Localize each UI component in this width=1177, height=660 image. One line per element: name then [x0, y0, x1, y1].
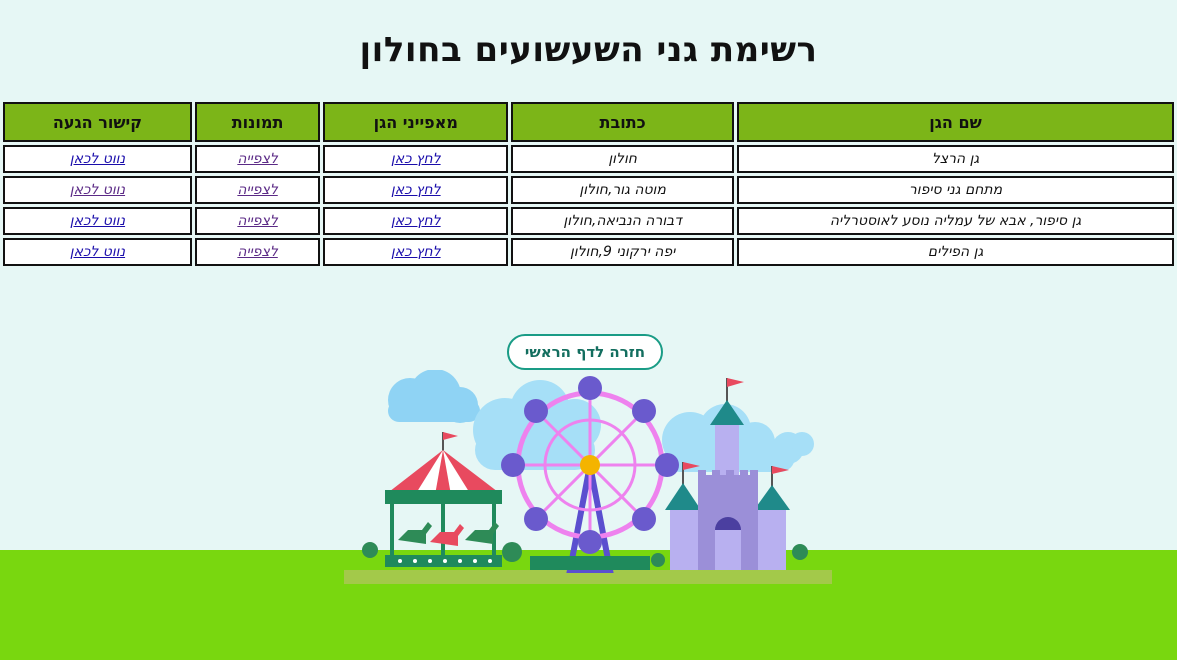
features-cell: לחץ כאן [323, 176, 509, 204]
park-name-cell: גן סיפור, אבא של עמליה נוסע לאוסטרליה [737, 207, 1174, 235]
navigation-link[interactable]: נווט לכאן [70, 151, 125, 167]
header-address: כתובת [511, 102, 735, 142]
park-name-cell: גן הפילים [737, 238, 1174, 266]
park-name-cell: מתחם גני סיפור [737, 176, 1174, 204]
park-name-cell: גן הרצל [737, 145, 1174, 173]
back-to-home-button[interactable]: חזרה לדף הראשי [507, 334, 663, 370]
navigation-cell: נווט לכאן [3, 238, 192, 266]
pictures-cell: לצפייה [194, 176, 321, 204]
features-link[interactable]: לחץ כאן [391, 182, 441, 198]
cloud-icon [388, 370, 480, 423]
amusement-park-illustration [344, 370, 832, 584]
pictures-cell: לצפייה [194, 238, 321, 266]
pictures-link[interactable]: לצפייה [237, 213, 277, 229]
pictures-link[interactable]: לצפייה [237, 244, 277, 260]
park-address-cell: חולון [511, 145, 735, 173]
ferris-wheel-icon [501, 376, 679, 573]
table-header-row: שם הגן כתובת מאפייני הגן תמונות קישור הג… [3, 102, 1174, 142]
park-address-cell: מוטה גור,חולון [511, 176, 735, 204]
park-address-cell: דבורה הנביאה,חולון [511, 207, 735, 235]
features-link[interactable]: לחץ כאן [391, 244, 441, 260]
features-cell: לחץ כאן [323, 207, 509, 235]
table-row: גן סיפור, אבא של עמליה נוסע לאוסטרליה דב… [3, 207, 1174, 235]
features-cell: לחץ כאן [323, 238, 509, 266]
header-name: שם הגן [737, 102, 1174, 142]
parks-table: שם הגן כתובת מאפייני הגן תמונות קישור הג… [0, 99, 1177, 269]
navigation-cell: נווט לכאן [3, 176, 192, 204]
navigation-link[interactable]: נווט לכאן [70, 244, 125, 260]
features-cell: לחץ כאן [323, 145, 509, 173]
header-features: מאפייני הגן [323, 102, 509, 142]
pictures-cell: לצפייה [194, 207, 321, 235]
page-title: רשימת גני השעשועים בחולון [359, 30, 818, 70]
navigation-cell: נווט לכאן [3, 145, 192, 173]
table-row: מתחם גני סיפור מוטה גור,חולון לחץ כאן לצ… [3, 176, 1174, 204]
pictures-cell: לצפייה [194, 145, 321, 173]
features-link[interactable]: לחץ כאן [391, 151, 441, 167]
pictures-link[interactable]: לצפייה [237, 182, 277, 198]
table-row: גן הפילים יפה ירקוני 9,חולון לחץ כאן לצפ… [3, 238, 1174, 266]
park-address-cell: יפה ירקוני 9,חולון [511, 238, 735, 266]
navigation-link[interactable]: נווט לכאן [70, 182, 125, 198]
features-link[interactable]: לחץ כאן [391, 213, 441, 229]
header-pictures: תמונות [194, 102, 321, 142]
navigation-link[interactable]: נווט לכאן [70, 213, 125, 229]
pictures-link[interactable]: לצפייה [237, 151, 277, 167]
table-row: גן הרצל חולון לחץ כאן לצפייה נווט לכאן [3, 145, 1174, 173]
navigation-cell: נווט לכאן [3, 207, 192, 235]
header-navigation: קישור הגעה [3, 102, 192, 142]
